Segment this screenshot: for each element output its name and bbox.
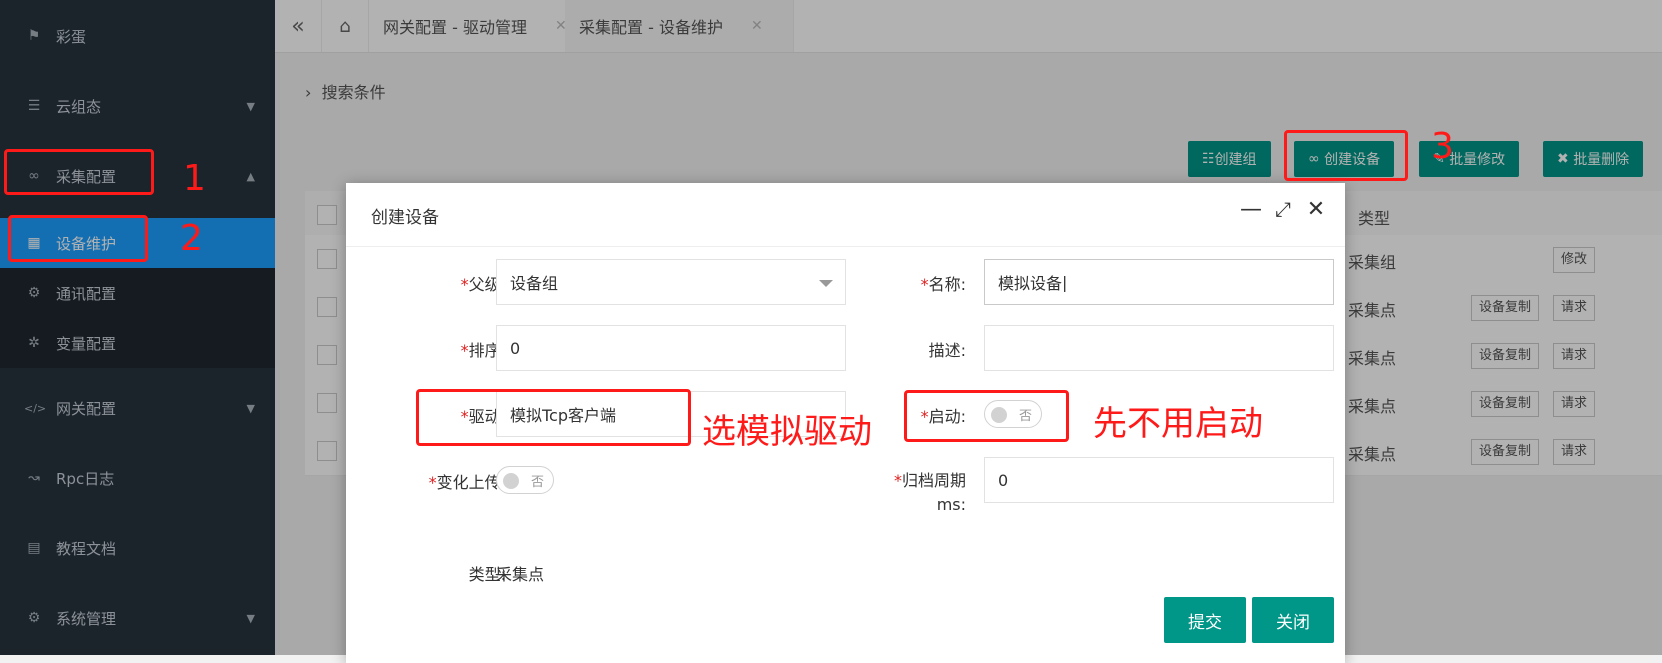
annotation-driver-note: 选模拟驱动: [702, 412, 872, 452]
annotation-box-driver: [416, 389, 691, 446]
annotation-box-collect-config: [4, 149, 154, 195]
type-label: 类型:: [468, 565, 506, 584]
order-label: *排序:: [460, 341, 506, 360]
type-value: 采集点: [496, 565, 545, 584]
annotation-enable-note: 先不用启动: [1093, 404, 1263, 444]
annotation-box-device-maintenance: [8, 215, 148, 262]
minimize-button[interactable]: —: [1236, 197, 1266, 222]
name-input-value: 模拟设备: [998, 274, 1063, 293]
archive-period-input[interactable]: 0: [984, 457, 1334, 503]
toggle-knob: [503, 473, 519, 489]
minimize-icon: —: [1240, 197, 1262, 222]
order-input-value: 0: [510, 338, 521, 358]
archive-period-label: *归档周期 ms:: [893, 471, 966, 514]
order-input[interactable]: 0: [496, 325, 846, 371]
description-input[interactable]: [984, 325, 1334, 371]
archive-period-value: 0: [998, 470, 1009, 490]
toggle-text: 否: [530, 475, 544, 490]
name-input[interactable]: 模拟设备 |: [984, 259, 1334, 305]
annotation-step-2: 2: [180, 218, 203, 259]
close-icon: ✕: [1306, 197, 1326, 222]
name-label: *名称:: [920, 275, 966, 294]
dialog-title: 创建设备: [371, 208, 439, 228]
change-upload-label: *变化上传:: [428, 473, 506, 492]
annotation-step-1: 1: [183, 158, 206, 199]
parent-select[interactable]: 设备组: [496, 259, 846, 305]
close-button[interactable]: 关闭: [1252, 597, 1334, 643]
parent-label: *父级:: [460, 275, 506, 294]
annotation-box-create-device: [1284, 130, 1408, 181]
annotation-step-3: 3: [1431, 126, 1454, 167]
close-dialog-button[interactable]: ✕: [1301, 197, 1331, 222]
description-label: 描述:: [928, 341, 966, 360]
dialog-header: 创建设备 — ⤢ ✕: [346, 183, 1345, 247]
maximize-button[interactable]: ⤢: [1268, 197, 1298, 221]
maximize-icon: ⤢: [1275, 197, 1291, 221]
annotation-box-enable: [904, 390, 1069, 442]
change-upload-toggle[interactable]: 否: [496, 466, 554, 494]
parent-select-value: 设备组: [510, 274, 559, 293]
submit-button[interactable]: 提交: [1164, 597, 1246, 643]
